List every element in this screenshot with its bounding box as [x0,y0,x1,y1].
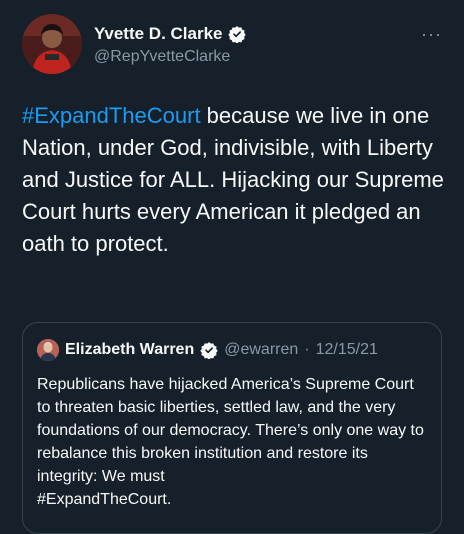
quoted-tweet-date[interactable]: 12/15/21 [316,341,378,359]
tweet-header: Yvette D. Clarke @RepYvetteClarke ··· [22,14,446,74]
quoted-author-name: Elizabeth Warren [65,341,195,358]
more-options-icon[interactable]: ··· [421,24,442,45]
avatar-photo [22,14,82,74]
quoted-separator: · [304,341,310,358]
quoted-verified-badge-icon [200,342,218,359]
author-avatar[interactable] [22,14,82,74]
tweet-hashtag-link[interactable]: #ExpandTheCourt [22,103,201,128]
quoted-avatar-photo [37,339,59,361]
quoted-tweet-text: Republicans have hijacked America’s Supr… [37,373,429,511]
quoted-tweet-card[interactable]: Elizabeth Warren @ewarren · 12/15/21 Rep… [22,322,442,534]
quoted-hashtag: #ExpandTheCourt. [37,491,172,508]
author-info: Yvette D. Clarke @RepYvetteClarke [94,24,246,66]
author-name[interactable]: Yvette D. Clarke [94,24,223,44]
author-handle[interactable]: @RepYvetteClarke [94,48,246,66]
tweet-text: #ExpandTheCourt because we live in one N… [22,100,447,260]
quoted-tweet-body: Republicans have hijacked America’s Supr… [37,376,424,485]
author-name-row[interactable]: Yvette D. Clarke [94,24,246,44]
verified-badge-icon [227,26,246,43]
quoted-author-avatar [37,339,59,361]
quoted-tweet-header: Elizabeth Warren @ewarren · 12/15/21 [37,339,378,361]
quoted-author-handle: @ewarren [224,341,299,358]
